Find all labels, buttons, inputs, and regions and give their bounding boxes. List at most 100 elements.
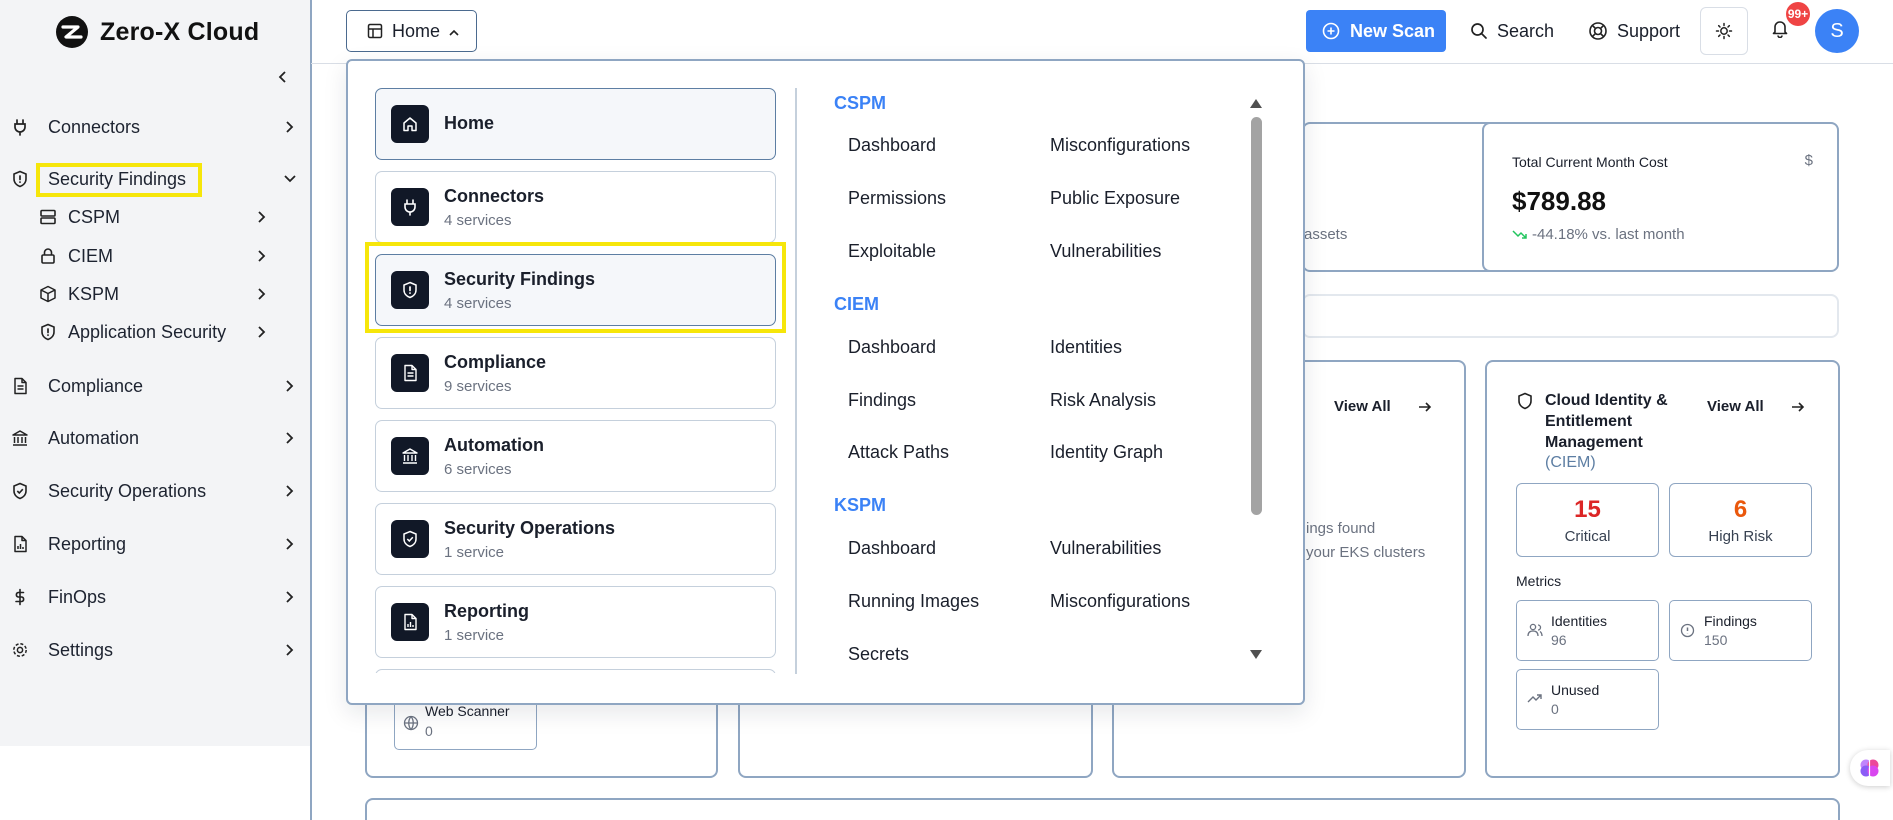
sidebar-item-compliance[interactable]: Compliance [0,366,311,406]
category-name: Connectors [444,186,545,206]
search-bar-card [1302,294,1839,338]
category-finops[interactable] [375,669,776,673]
category-reporting[interactable]: Reporting 1 service [375,586,776,658]
sidebar-item-automation[interactable]: Automation [0,418,311,458]
sidebar-item-label: Automation [48,427,140,448]
category-security-operations[interactable]: Security Operations 1 service [375,503,776,575]
app-logo[interactable]: Zero-X Cloud [54,14,259,50]
sidebar-item-connectors[interactable]: Connectors [0,107,311,147]
unused-value: 0 [1551,701,1559,717]
menu-item-cspm-permissions[interactable]: Permissions [848,188,946,209]
report-icon [391,603,429,641]
findings-label: Findings [1704,613,1757,629]
high-risk-stat[interactable]: 6 High Risk [1669,483,1812,557]
plug-icon [10,117,30,137]
menu-item-ciem-attack-paths[interactable]: Attack Paths [848,442,949,463]
view-all-link[interactable]: View All [1707,398,1764,415]
menu-item-cspm-dashboard[interactable]: Dashboard [848,135,936,156]
menu-item-ciem-findings[interactable]: Findings [848,390,916,411]
menu-item-kspm-misconfigurations[interactable]: Misconfigurations [1050,591,1190,612]
arrow-right-icon[interactable] [1418,400,1432,414]
category-name: Security Operations [444,518,616,538]
cost-card-title: Total Current Month Cost [1512,154,1668,170]
home-menu-label: Home [392,20,441,41]
report-icon [10,534,30,554]
identities-metric[interactable]: Identities 96 [1516,600,1659,661]
home-navigation-menu: Home Connectors 4 services Security Find… [346,59,1305,705]
menu-item-kspm-dashboard[interactable]: Dashboard [848,538,936,559]
sidebar: Zero-X Cloud Connectors Security Finding… [0,0,311,746]
menu-item-cspm-misconfigurations[interactable]: Misconfigurations [1050,135,1190,156]
menu-item-cspm-public-exposure[interactable]: Public Exposure [1050,188,1180,209]
category-automation[interactable]: Automation 6 services [375,420,776,492]
brain-icon [1860,759,1879,777]
plus-circle-icon [1322,22,1340,45]
findings-metric[interactable]: Findings 150 [1669,600,1812,661]
sidebar-item-settings[interactable]: Settings [0,630,311,670]
sidebar-subitem-ciem[interactable]: CIEM [0,238,311,274]
scroll-down-arrow-icon[interactable] [1249,648,1263,660]
support-button[interactable]: Support [1588,10,1680,52]
group-heading-ciem: CIEM [834,294,879,314]
ai-assistant-button[interactable] [1850,750,1890,786]
lock-icon [38,246,58,266]
menu-item-kspm-running-images[interactable]: Running Images [848,591,979,612]
menu-item-kspm-secrets[interactable]: Secrets [848,644,909,665]
menu-item-kspm-vulnerabilities[interactable]: Vulnerabilities [1050,538,1161,559]
view-all-link[interactable]: View All [1334,398,1391,415]
category-count: 1 service [444,627,505,644]
chevron-right-icon [282,589,298,605]
category-compliance[interactable]: Compliance 9 services [375,337,776,409]
sidebar-item-finops[interactable]: FinOps [0,577,311,617]
server-icon [38,207,58,227]
sidebar-subitem-label: Application Security [68,321,227,342]
search-label: Search [1497,20,1555,41]
chevron-right-icon [282,378,298,394]
chevron-right-icon [282,483,298,499]
category-connectors[interactable]: Connectors 4 services [375,171,776,243]
bell-icon [1772,21,1788,39]
search-button[interactable]: Search [1470,10,1554,52]
search-icon [1471,23,1487,39]
menu-item-ciem-identities[interactable]: Identities [1050,337,1122,358]
theme-toggle-button[interactable] [1700,7,1748,55]
avatar[interactable]: S [1815,9,1859,53]
home-menu-button[interactable]: Home [346,10,477,52]
menu-item-ciem-identity-graph[interactable]: Identity Graph [1050,442,1163,463]
menu-divider [795,88,797,674]
new-scan-button[interactable]: New Scan [1306,10,1446,52]
category-home[interactable]: Home [375,88,776,160]
cost-value: $789.88 [1512,186,1606,216]
sidebar-subitem-kspm[interactable]: KSPM [0,276,311,312]
unused-metric[interactable]: Unused 0 [1516,669,1659,730]
sidebar-subitem-cspm[interactable]: CSPM [0,199,311,235]
menu-item-cspm-vulnerabilities[interactable]: Vulnerabilities [1050,241,1161,262]
layout-icon [367,23,383,44]
category-name: Compliance [444,352,547,372]
category-name: Reporting [444,601,529,621]
chevron-right-icon [282,119,298,135]
package-icon [38,284,58,304]
gear-icon [10,640,30,660]
chevron-up-icon [448,25,460,43]
menu-item-ciem-risk-analysis[interactable]: Risk Analysis [1050,390,1156,411]
sidebar-subitem-label: CIEM [68,245,113,266]
sun-icon [1715,22,1733,40]
menu-item-cspm-exploitable[interactable]: Exploitable [848,241,936,262]
cost-card: Total Current Month Cost $ $789.88 -44.1… [1482,122,1839,272]
sidebar-item-security-operations[interactable]: Security Operations [0,471,311,511]
chevron-right-icon [254,324,270,340]
menu-item-ciem-dashboard[interactable]: Dashboard [848,337,936,358]
chevron-right-icon [282,642,298,658]
sidebar-item-label: FinOps [48,586,107,607]
arrow-right-icon[interactable] [1791,400,1805,414]
sidebar-item-label: Compliance [48,375,144,396]
shield-icon [1518,392,1532,410]
globe-icon [403,715,419,731]
scroll-up-arrow-icon[interactable] [1249,98,1263,110]
collapse-sidebar-button[interactable] [272,66,294,88]
sidebar-item-reporting[interactable]: Reporting [0,524,311,564]
scrollbar-thumb[interactable] [1251,117,1262,515]
critical-stat[interactable]: 15 Critical [1516,483,1659,557]
sidebar-subitem-application-security[interactable]: Application Security [0,314,311,350]
